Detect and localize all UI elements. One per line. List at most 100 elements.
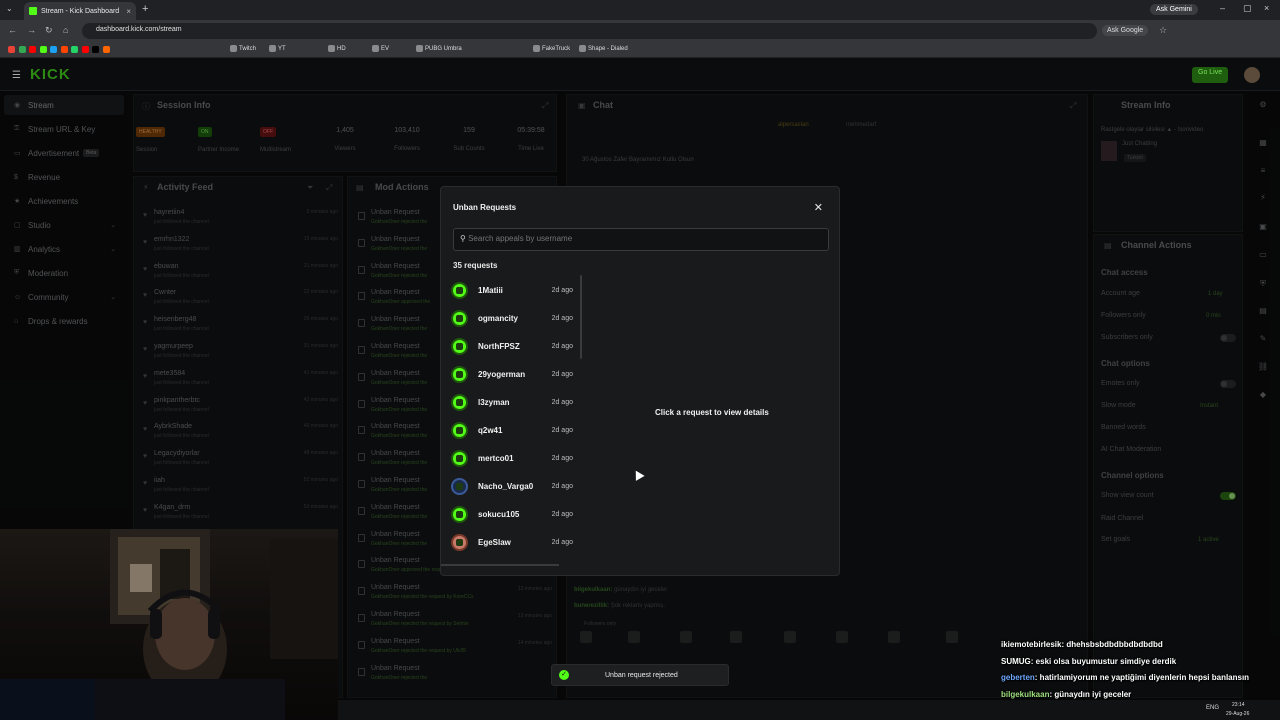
category-name[interactable]: Just Chatting [1122,141,1157,147]
follower-name[interactable]: mete3584 [154,370,185,377]
maximize-icon[interactable]: ▢ [1243,3,1252,14]
chat-icon[interactable]: ▣ [1254,222,1272,236]
show-view-count-toggle[interactable] [1220,492,1236,500]
new-tab-button[interactable]: + [142,3,148,15]
clock-date[interactable]: 29-Aug-26 [1226,711,1249,717]
request-item[interactable]: ogmancity 2d ago [451,305,573,331]
request-item[interactable]: 1Matiii 2d ago [451,277,573,303]
follower-name[interactable]: pinkpantherbtc [154,397,200,404]
sidebar-item-achievements[interactable]: ★ Achievements [4,191,124,211]
sidebar-item-analytics[interactable]: ▥ Analytics ⌄ [4,239,124,259]
bookmark-icon[interactable] [8,46,15,53]
emote-icon[interactable] [580,631,592,643]
set-goals-label[interactable]: Set goals [1101,536,1130,543]
emote-icon[interactable] [836,631,848,643]
bookmark-item[interactable]: Twitch [230,45,256,52]
request-item[interactable]: 29yogerman 2d ago [451,361,573,387]
set-goals-value[interactable]: 1 active [1198,537,1219,543]
sidebar-item-stream[interactable]: ◉ Stream [4,95,124,115]
follower-name[interactable]: heisenberg48 [154,316,196,323]
sidebar-item-studio[interactable]: ▢ Studio ⌄ [4,215,124,235]
bookmark-icon[interactable] [29,46,36,53]
ai-moderation-label[interactable]: AI Chat Moderation [1101,446,1161,453]
forward-icon[interactable]: → [27,25,36,35]
followers-only-value[interactable]: 0 min [1206,313,1221,319]
request-item[interactable]: EgeSlaw 2d ago [451,529,573,555]
horizontal-scrollbar[interactable] [441,564,559,566]
raid-channel-label[interactable]: Raid Channel [1101,515,1143,522]
kick-logo[interactable]: KICK [30,66,71,83]
bookmark-icon[interactable] [81,46,89,53]
banned-words-label[interactable]: Banned words [1101,424,1146,431]
search-input[interactable] [468,234,819,243]
bookmark-icon[interactable] [39,46,47,53]
sidebar-item-advertisement[interactable]: ▭ Advertisement Beta [4,143,124,163]
emote-icon[interactable] [628,631,640,643]
reload-icon[interactable]: ↻ [45,25,53,36]
pinned-user[interactable]: alpersaslan [778,122,809,128]
clock-time[interactable]: 23:14 [1232,702,1245,708]
ask-google-button[interactable]: Ask Google [1102,25,1149,36]
follower-name[interactable]: iiah [154,477,165,484]
tab-search-icon[interactable]: ⌄ [6,4,13,13]
grid-icon[interactable]: ▦ [1254,138,1272,152]
emote-icon[interactable] [680,631,692,643]
bookmark-icon[interactable] [71,46,78,53]
settings-icon[interactable]: ⚙ [1254,100,1272,114]
bookmark-item[interactable]: HD [328,45,346,52]
subscribers-only-toggle[interactable] [1220,334,1236,342]
log-icon[interactable]: ▤ [1254,306,1272,320]
diamond-icon[interactable]: ◆ [1254,390,1272,404]
popout-icon[interactable]: ⤢ [542,101,548,111]
follower-name[interactable]: K4gan_drm [154,504,190,511]
bookmark-item[interactable]: FakeTruck [533,45,570,52]
bookmark-icon[interactable] [92,46,99,53]
minimize-icon[interactable]: – [1220,3,1225,13]
bookmark-item[interactable]: Shape - Dialed [579,45,628,52]
sidebar-item-stream-url-key[interactable]: ⚿ Stream URL & Key [4,119,124,139]
pinned-user[interactable]: mehmedarf [846,122,876,128]
emotes-only-toggle[interactable] [1220,380,1236,388]
search-field[interactable]: ⚲ [453,228,829,251]
request-item[interactable]: sokucu105 2d ago [451,501,573,527]
bookmark-item[interactable]: PUBG Umbra [416,45,462,52]
account-age-value[interactable]: 1 day [1208,291,1223,297]
follower-name[interactable]: hayretiin4 [154,209,184,216]
ask-gemini-button[interactable]: Ask Gemini [1150,4,1198,15]
bookmark-icon[interactable] [50,46,57,53]
back-icon[interactable]: ← [8,25,17,35]
sidebar-item-moderation[interactable]: ⛨ Moderation [4,263,124,283]
url-field[interactable]: dashboard.kick.com/stream [82,23,1097,39]
chat-user[interactable]: bunerezillik: [574,603,609,609]
lightning-icon[interactable]: ⚡ [1254,193,1272,207]
follower-name[interactable]: AybrkShade [154,423,192,430]
menu-icon[interactable]: ☰ [12,70,21,81]
close-icon[interactable]: ✕ [814,201,823,214]
follower-name[interactable]: yagmurpeep [154,343,193,350]
request-item[interactable]: l3zyman 2d ago [451,389,573,415]
follower-name[interactable]: Cwnter [154,289,176,296]
chat-user[interactable]: bilgekulkaan: [574,587,612,593]
bookmark-icon[interactable] [60,46,68,53]
emote-icon[interactable] [730,631,742,643]
sidebar-item-drops-rewards[interactable]: ⌂ Drops & rewards [4,311,124,331]
followers-only-label[interactable]: Followers only [1101,312,1146,319]
sidebar-item-community[interactable]: ☺ Community ⌄ [4,287,124,307]
browser-tab[interactable]: Stream - Kick Dashboard × [24,2,136,20]
avatar[interactable] [1244,67,1260,83]
emote-icon[interactable] [946,631,958,643]
popout-icon[interactable]: ⤢ [326,183,332,193]
bookmark-item[interactable]: EV [372,45,389,52]
follower-name[interactable]: ebuwan [154,263,179,270]
request-item[interactable]: NorthFPSZ 2d ago [451,333,573,359]
follower-name[interactable]: Legacydiyorlar [154,450,200,457]
bookmark-item[interactable]: YT [269,45,286,52]
home-icon[interactable]: ⌂ [63,25,68,35]
tab-close-icon[interactable]: × [126,7,131,16]
request-item[interactable]: Nacho_Varga0 2d ago [451,473,573,499]
go-live-button[interactable]: Go Live [1192,67,1229,83]
slow-mode-value[interactable]: Instant [1200,403,1218,409]
request-item[interactable]: mertco01 2d ago [451,445,573,471]
shield-icon[interactable]: ⛨ [1254,279,1272,293]
emote-icon[interactable] [784,631,796,643]
